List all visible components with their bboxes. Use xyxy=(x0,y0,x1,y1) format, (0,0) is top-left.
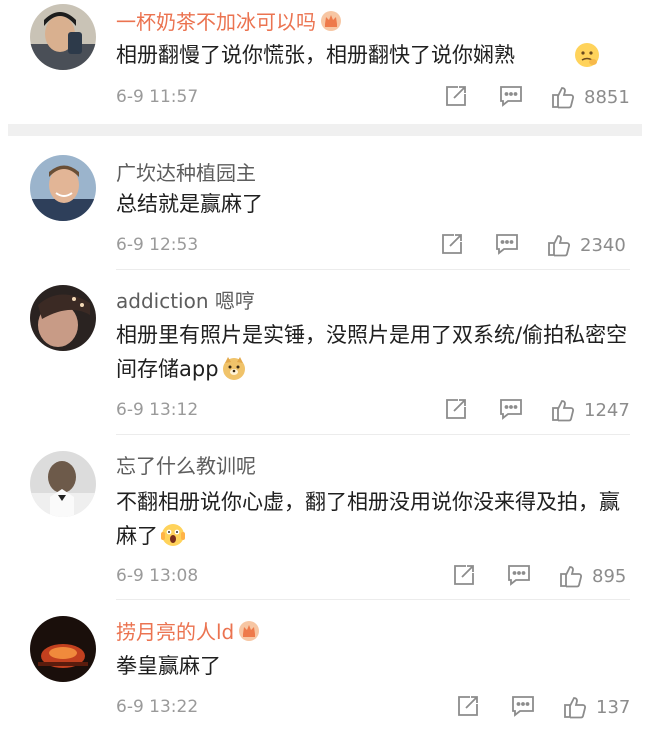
like-button[interactable]: 1247 xyxy=(550,397,630,423)
username[interactable]: 广坎达种植园主 xyxy=(116,161,256,185)
comment-meta: 6-9 13:22 137 xyxy=(116,694,630,722)
avatar[interactable] xyxy=(30,616,96,682)
divider xyxy=(116,599,630,600)
comment-text: 总结就是赢麻了 xyxy=(116,192,263,216)
repost-icon[interactable] xyxy=(444,84,468,110)
thumbs-up-icon xyxy=(564,697,587,719)
like-button[interactable]: 2340 xyxy=(546,232,626,258)
screaming-emoji-icon xyxy=(160,522,186,548)
comment-text: 不翻相册说你心虚，翻了相册没用说你没来得及拍，赢麻了 xyxy=(116,485,630,553)
avatar[interactable] xyxy=(30,451,96,517)
username[interactable]: addiction 嗯哼 xyxy=(116,289,255,313)
repost-icon[interactable] xyxy=(456,694,480,720)
username[interactable]: 忘了什么教训呢 xyxy=(116,454,256,478)
comment-meta: 6-9 12:53 2340 xyxy=(116,232,626,260)
section-separator xyxy=(8,124,642,136)
thinking-emoji-icon xyxy=(574,42,600,68)
vip-crown-badge-icon xyxy=(320,10,342,32)
divider xyxy=(116,434,630,435)
comment-icon[interactable] xyxy=(498,397,524,423)
avatar[interactable] xyxy=(30,4,96,70)
like-count: 8851 xyxy=(584,86,630,108)
comment-icon[interactable] xyxy=(510,694,536,720)
thumbs-up-icon xyxy=(548,235,571,257)
comment-text: 相册里有照片是实锤，没照片是用了双系统/偷拍私密空间存储app xyxy=(116,318,630,386)
comment-text-content: 相册里有照片是实锤，没照片是用了双系统/偷拍私密空间存储app xyxy=(116,323,628,381)
comment-meta: 6-9 11:57 8851 xyxy=(116,84,630,112)
comment-text: 拳皇赢麻了 xyxy=(116,654,221,678)
comment-meta: 6-9 13:12 1247 xyxy=(116,397,630,425)
timestamp: 6-9 13:22 xyxy=(116,697,199,717)
like-button[interactable]: 137 xyxy=(562,694,630,720)
repost-icon[interactable] xyxy=(444,397,468,423)
thumbs-up-icon xyxy=(560,566,583,588)
username[interactable]: 捞月亮的人ld xyxy=(116,620,260,644)
username-text[interactable]: 一杯奶茶不加冰可以吗 xyxy=(116,10,316,34)
comment-icon[interactable] xyxy=(506,563,532,589)
comment-text-content: 不翻相册说你心虚，翻了相册没用说你没来得及拍，赢麻了 xyxy=(116,490,620,548)
comment-icon[interactable] xyxy=(494,232,520,258)
like-button[interactable]: 895 xyxy=(558,563,626,589)
vip-crown-badge-icon xyxy=(238,620,260,642)
thumbs-up-icon xyxy=(552,400,575,422)
comment-icon[interactable] xyxy=(498,84,524,110)
like-count: 2340 xyxy=(580,234,626,256)
like-count: 137 xyxy=(596,696,631,718)
username-text[interactable]: 捞月亮的人ld xyxy=(116,620,234,644)
username[interactable]: 一杯奶茶不加冰可以吗 xyxy=(116,10,342,34)
like-count: 1247 xyxy=(584,399,630,421)
like-count: 895 xyxy=(592,565,627,587)
timestamp: 6-9 13:08 xyxy=(116,566,199,586)
thumbs-up-icon xyxy=(552,87,575,109)
comment-meta: 6-9 13:08 895 xyxy=(116,563,626,591)
timestamp: 6-9 13:12 xyxy=(116,400,199,420)
timestamp: 6-9 11:57 xyxy=(116,87,199,107)
comment-text: 相册翻慢了说你慌张，相册翻快了说你娴熟 xyxy=(116,43,515,67)
repost-icon[interactable] xyxy=(452,563,476,589)
doge-emoji-icon xyxy=(221,355,247,381)
like-button[interactable]: 8851 xyxy=(550,84,630,110)
divider xyxy=(116,269,630,270)
avatar[interactable] xyxy=(30,285,96,351)
timestamp: 6-9 12:53 xyxy=(116,235,199,255)
avatar[interactable] xyxy=(30,155,96,221)
repost-icon[interactable] xyxy=(440,232,464,258)
